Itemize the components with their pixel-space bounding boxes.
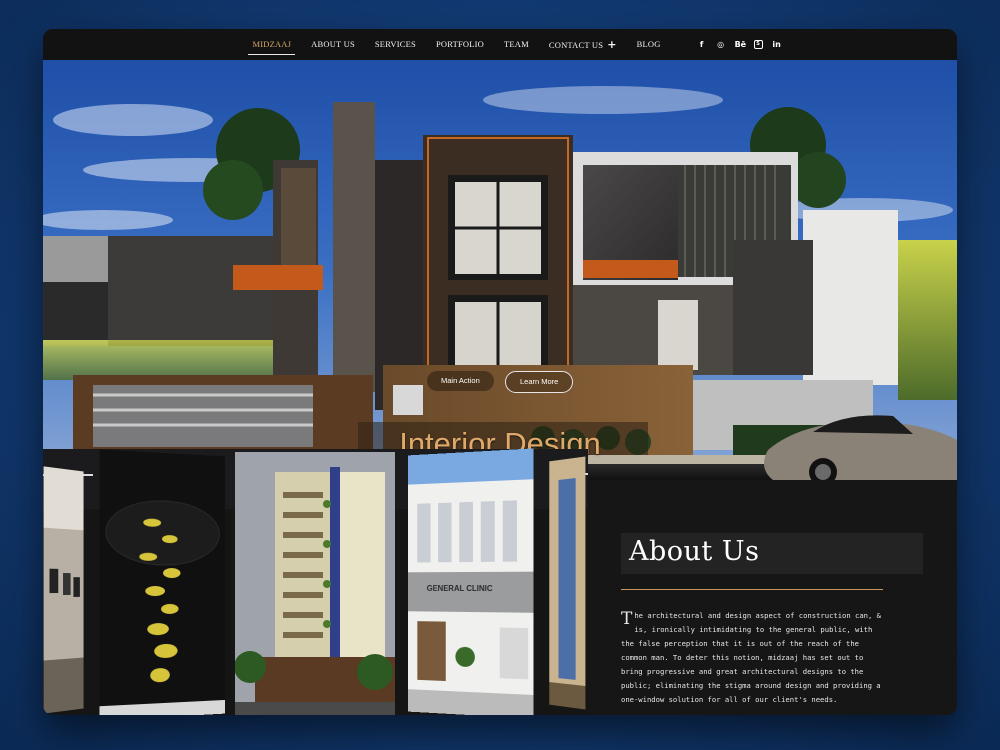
about-dropcap: T — [621, 609, 633, 629]
hero-banner: Main Action Learn More Interior Design — [43, 60, 957, 480]
browser-window: MIDZAAJ ABOUT US SERVICES PORTFOLIO TEAM… — [43, 29, 957, 715]
nav-menu: MIDZAAJ ABOUT US SERVICES PORTFOLIO TEAM… — [242, 29, 670, 60]
main-action-button[interactable]: Main Action — [427, 371, 494, 391]
about-body: he architectural and design aspect of co… — [621, 611, 881, 704]
partial-card-image — [549, 456, 586, 710]
nav-item-team[interactable]: TEAM — [494, 29, 539, 60]
facebook-icon[interactable]: f — [697, 40, 707, 49]
behance-icon[interactable]: Bē — [735, 40, 747, 49]
nav-item-blog[interactable]: BLOG — [627, 29, 671, 60]
learn-more-label: Learn More — [520, 377, 559, 386]
plus-icon: + — [607, 38, 617, 51]
portfolio-carousel: GENERAL CLINIC — [43, 448, 588, 715]
gallery-image — [43, 466, 84, 714]
main-action-label: Main Action — [441, 376, 480, 385]
nav-item-label: CONTACT US — [548, 40, 604, 50]
chandelier-image — [99, 449, 225, 715]
about-section: About Us The architectural and design as… — [588, 511, 957, 715]
portfolio-card-chandelier[interactable] — [99, 449, 225, 715]
instagram-icon[interactable]: ◎ — [716, 40, 726, 49]
learn-more-button[interactable]: Learn More — [505, 371, 574, 393]
nav-item-label: BLOG — [636, 39, 661, 49]
nav-item-contact-us[interactable]: CONTACT US + — [539, 29, 627, 60]
nav-item-label: SERVICES — [374, 39, 416, 49]
portfolio-card-partial[interactable] — [549, 456, 586, 710]
nav-item-services[interactable]: SERVICES — [365, 29, 426, 60]
about-title: About Us — [629, 536, 760, 567]
nav-item-about-us[interactable]: ABOUT US — [301, 29, 365, 60]
nav-item-label: TEAM — [504, 39, 529, 49]
top-navigation: MIDZAAJ ABOUT US SERVICES PORTFOLIO TEAM… — [43, 29, 957, 60]
nav-item-label: MIDZAAJ — [252, 39, 292, 49]
about-divider — [621, 589, 883, 590]
nav-item-label: PORTFOLIO — [435, 39, 484, 49]
about-title-box: About Us — [621, 533, 923, 574]
nav-item-portfolio[interactable]: PORTFOLIO — [426, 29, 494, 60]
linkedin-icon[interactable]: in — [772, 40, 782, 49]
about-paragraph: The architectural and design aspect of c… — [621, 609, 881, 707]
tower-image — [235, 452, 395, 715]
nav-item-label: ABOUT US — [311, 39, 355, 49]
clinic-sign: GENERAL CLINIC — [426, 583, 493, 594]
social-links: f ◎ Bē S in — [697, 40, 782, 49]
portfolio-card-tower[interactable] — [235, 452, 395, 715]
hero-building-image — [43, 60, 957, 480]
nav-item-midzaaj[interactable]: MIDZAAJ — [242, 29, 301, 60]
clinic-image — [408, 448, 534, 715]
portfolio-card-gallery[interactable] — [43, 466, 84, 714]
skype-icon[interactable]: S — [753, 40, 763, 49]
portfolio-card-clinic[interactable]: GENERAL CLINIC — [408, 448, 534, 715]
